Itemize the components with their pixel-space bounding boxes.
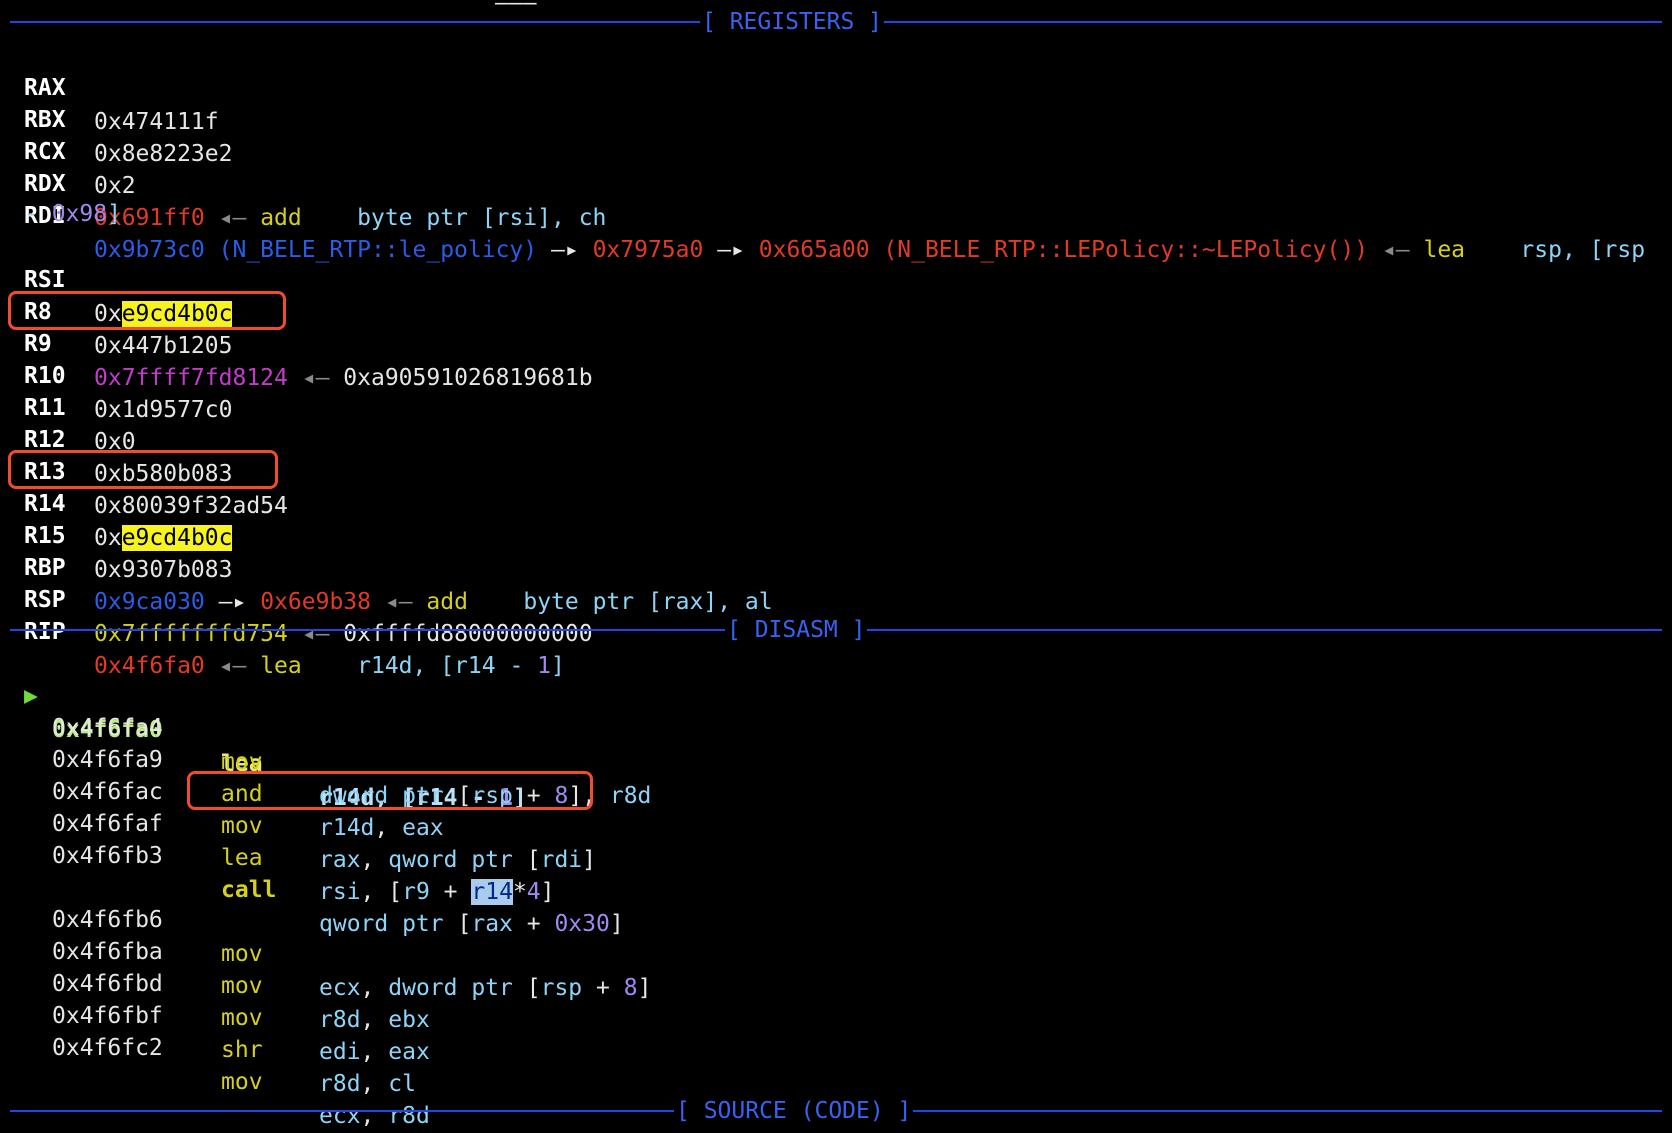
register-rdi: RDI 0x9b73c0 (N_BELE_RTP::le_policy) —▸ … bbox=[0, 165, 1672, 263]
disasm-header: [ DISASM ] bbox=[10, 613, 1662, 647]
source-title: [ SOURCE (CODE) ] bbox=[674, 1094, 914, 1128]
disasm-row[interactable]: 0x4f6fba mov r8d, ebx bbox=[0, 901, 1672, 1033]
register-rbx: RBX 0x8e8223e2 bbox=[0, 69, 1672, 167]
disasm-row[interactable]: 0x4f6fc2 mov ecx, r8d bbox=[0, 997, 1672, 1129]
register-rdi-wrap: - 0x98] bbox=[24, 197, 1624, 231]
register-r8: R8 0x447b1205 bbox=[0, 261, 1672, 359]
disasm-row[interactable]: 0x4f6fa9 and r14d, eax bbox=[0, 709, 1672, 841]
register-r12: R12 0xb580b083 bbox=[0, 389, 1672, 487]
operand-number: 0x98 bbox=[51, 201, 108, 227]
disasm-row[interactable]: 0x4f6fac mov rax, qword ptr [rdi] bbox=[0, 741, 1672, 873]
register-rsp: RSP 0x7fffffffd754 ◂— 0xffffd88000000000 bbox=[0, 549, 1672, 647]
registers-header: [ REGISTERS ] bbox=[10, 5, 1662, 39]
operands: ] bbox=[107, 201, 121, 227]
register-r15: R15 0x9307b083 bbox=[0, 485, 1672, 583]
operands: - bbox=[24, 201, 38, 227]
lea-annotation-box bbox=[187, 771, 593, 810]
register-rsi: RSI 0xe9cd4b0c bbox=[0, 229, 1672, 327]
r14-annotation-box bbox=[8, 450, 278, 489]
source-header: [ SOURCE (CODE) ] bbox=[10, 1094, 1662, 1128]
disasm-row[interactable]: 0x4f6fbf shr r8d, cl bbox=[0, 965, 1672, 1097]
disasm-row-current[interactable]: ▶ 0x4f6fa0 lea r14d, [r14 - 1] bbox=[0, 645, 1672, 811]
disasm-row[interactable]: 0x4f6fb3 call qword ptr [rax + 0x30] bbox=[0, 805, 1672, 937]
register-rip: RIP 0x4f6fa0 ◂— lea r14d, [r14 - 1] bbox=[0, 581, 1672, 679]
register-r11: R11 0x0 bbox=[0, 357, 1672, 455]
register-r10: R10 0x1d9577c0 bbox=[0, 325, 1672, 423]
disasm-title: [ DISASM ] bbox=[725, 613, 868, 647]
instruction-address: 0x4f6fb3 bbox=[52, 843, 163, 869]
disasm-row[interactable]: 0x4f6fbd mov edi, eax bbox=[0, 933, 1672, 1065]
instruction-address: 0x4f6fc2 bbox=[52, 1035, 163, 1061]
disasm-row[interactable]: 0x4f6fa4 mov dword ptr [rsp + 8], r8d bbox=[0, 677, 1672, 809]
register-rax: RAX 0x474111f bbox=[0, 37, 1672, 135]
register-rbp: RBP 0x9ca030 —▸ 0x6e9b38 ◂— add byte ptr… bbox=[0, 517, 1672, 615]
register-rcx: RCX 0x2 bbox=[0, 101, 1672, 199]
instruction-operands: edi, eax bbox=[319, 1039, 430, 1065]
disasm-row[interactable]: 0x4f6fb6 mov ecx, dword ptr [rsp + 8] bbox=[0, 869, 1672, 1001]
r9-annotation-box bbox=[8, 291, 286, 330]
registers-title: [ REGISTERS ] bbox=[700, 5, 885, 39]
register-rdx: RDX 0x691ff0 ◂— add byte ptr [rsi], ch bbox=[0, 133, 1672, 231]
instruction-mnemonic: shr bbox=[221, 1037, 263, 1063]
